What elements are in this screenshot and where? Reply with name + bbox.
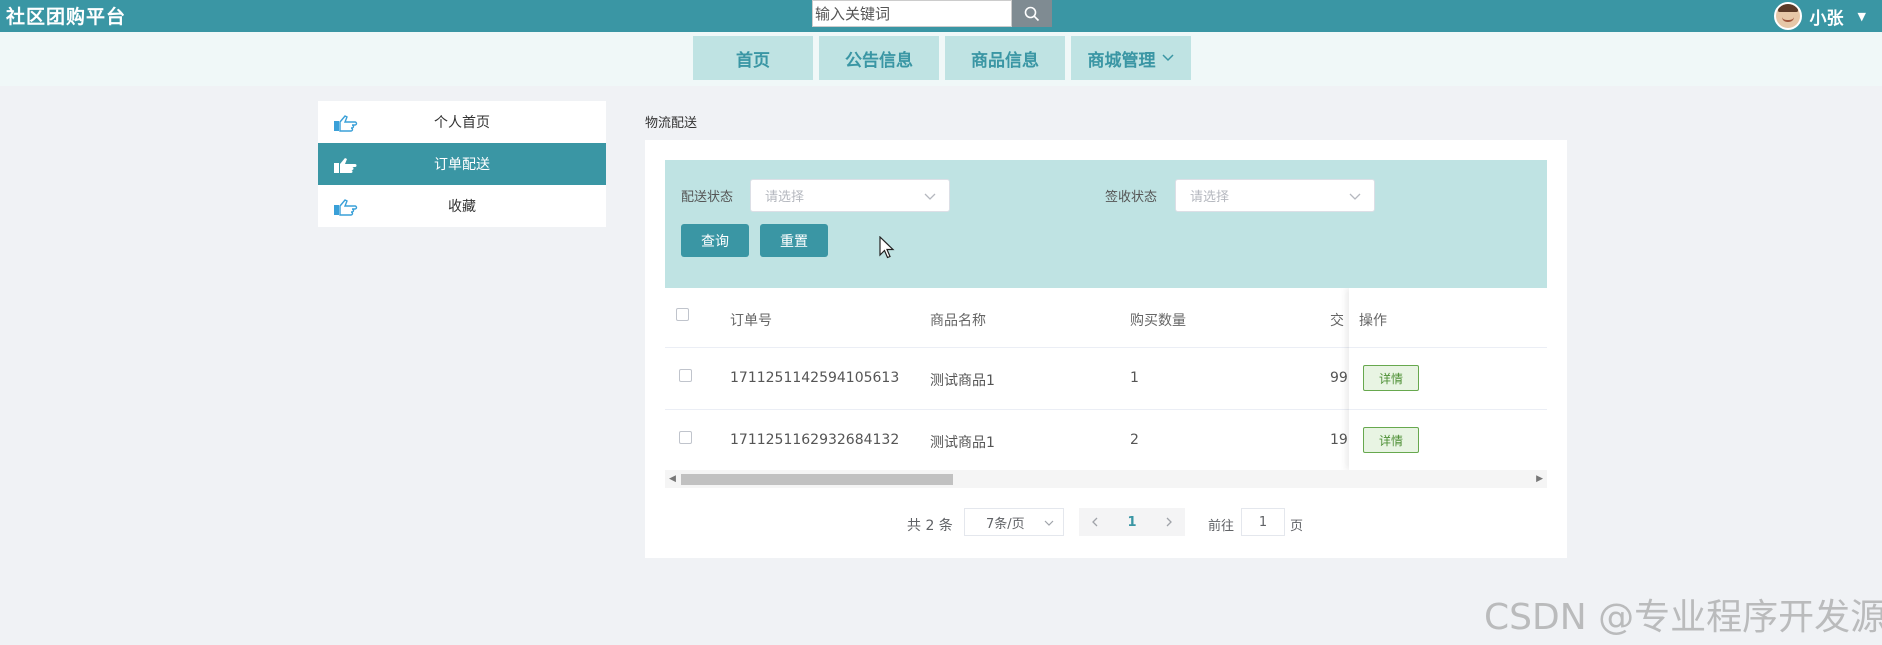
goto-suffix: 页 [1290, 519, 1304, 534]
order-no-cell: 1711251142594105613 [730, 370, 900, 386]
detail-button[interactable]: 详情 [1363, 427, 1419, 453]
select-all-checkbox[interactable] [676, 308, 689, 321]
qty-cell: 1 [1130, 370, 1139, 386]
search-input[interactable] [812, 0, 1012, 27]
goto-page-input[interactable]: 1 [1241, 508, 1285, 536]
mouse-cursor-icon [879, 236, 895, 259]
reset-button[interactable]: 重置 [760, 224, 828, 257]
query-button[interactable]: 查询 [681, 224, 749, 257]
caret-down-icon: ▼ [1857, 9, 1866, 23]
delivery-status-select[interactable]: 请选择 [750, 179, 950, 212]
avatar [1773, 2, 1802, 30]
search-icon [1024, 6, 1040, 21]
column-header-order-no: 订单号 [730, 313, 772, 329]
sidebar-item-personal-home[interactable]: 个人首页 [318, 101, 606, 143]
top-bar: 社区团购平台 小张 ▼ [0, 0, 1882, 32]
sidebar-item-label: 收藏 [448, 199, 476, 215]
amount-cell: 19 [1330, 432, 1348, 448]
row-divider [1349, 347, 1547, 348]
row-checkbox[interactable] [679, 431, 692, 444]
search-bar [812, 0, 1052, 27]
sidebar-item-label: 个人首页 [434, 115, 490, 131]
row-divider [1349, 409, 1547, 410]
pagination-total: 共 2 条 [907, 518, 953, 534]
column-header-qty: 购买数量 [1130, 313, 1186, 329]
breadcrumb: 物流配送 [645, 116, 698, 131]
scroll-right-icon[interactable]: ▶ [1536, 474, 1543, 484]
sign-status-placeholder: 请选择 [1190, 190, 1230, 205]
pager: 1 [1079, 508, 1185, 536]
next-page-icon[interactable] [1163, 516, 1175, 528]
chevron-down-icon [924, 193, 936, 200]
column-header-product: 商品名称 [930, 313, 986, 329]
chevron-down-icon [1349, 193, 1361, 200]
username: 小张 [1809, 8, 1844, 29]
search-button[interactable] [1012, 0, 1052, 27]
row-checkbox[interactable] [679, 369, 692, 382]
sidebar-item-order-delivery[interactable]: 订单配送 [318, 143, 606, 185]
sidebar-item-label: 订单配送 [434, 157, 490, 173]
scrollbar-thumb[interactable] [681, 474, 953, 485]
current-page[interactable]: 1 [1127, 515, 1136, 530]
filter-bar: 配送状态 请选择 签收状态 请选择 查询 重置 [665, 160, 1547, 288]
chevron-down-icon [1161, 54, 1174, 62]
watermark: CSDN @专业程序开发源 [1484, 597, 1882, 638]
order-no-cell: 1711251162932684132 [730, 432, 900, 448]
amount-cell: 99 [1330, 370, 1348, 386]
site-title: 社区团购平台 [6, 6, 127, 28]
column-header-amount: 交 [1330, 313, 1344, 329]
nav-products-label: 商品信息 [971, 50, 1039, 71]
product-cell: 测试商品1 [930, 435, 995, 451]
column-header-actions: 操作 [1359, 313, 1387, 329]
nav-home-label: 首页 [736, 50, 770, 71]
prev-page-icon[interactable] [1089, 516, 1101, 528]
nav-products[interactable]: 商品信息 [945, 36, 1065, 80]
page-size-select[interactable]: 7条/页 [964, 508, 1064, 536]
delivery-status-placeholder: 请选择 [765, 190, 805, 205]
nav-announcements[interactable]: 公告信息 [819, 36, 939, 80]
nav-announcements-label: 公告信息 [845, 50, 913, 71]
delivery-status-label: 配送状态 [681, 190, 734, 205]
chevron-down-icon [1044, 520, 1054, 526]
goto-prefix: 前往 [1208, 519, 1235, 534]
nav-mall-management[interactable]: 商城管理 [1071, 36, 1191, 80]
sign-status-label: 签收状态 [1105, 190, 1158, 205]
fixed-actions-column: 操作 详情 详情 [1349, 288, 1547, 470]
sidebar-item-favorites[interactable]: 收藏 [318, 185, 606, 227]
sidebar: 个人首页 订单配送 收藏 [318, 101, 606, 227]
user-menu[interactable]: 小张 ▼ [1773, 2, 1866, 30]
nav-mall-management-label: 商城管理 [1087, 50, 1156, 71]
scroll-left-icon[interactable]: ◀ [669, 474, 676, 484]
content-panel: 配送状态 请选择 签收状态 请选择 查询 重置 订单号 商品名称 购买数量 交 … [645, 140, 1567, 558]
qty-cell: 2 [1130, 432, 1139, 448]
nav-home[interactable]: 首页 [693, 36, 813, 80]
detail-button[interactable]: 详情 [1363, 365, 1419, 391]
sign-status-select[interactable]: 请选择 [1175, 179, 1375, 212]
horizontal-scrollbar[interactable]: ◀ ▶ [665, 470, 1547, 488]
product-cell: 测试商品1 [930, 373, 995, 389]
orders-table: 订单号 商品名称 购买数量 交 1711251142594105613 测试商品… [665, 288, 1547, 470]
page-size-value: 7条/页 [986, 516, 1025, 532]
main-nav: 首页 公告信息 商品信息 商城管理 [0, 32, 1882, 86]
